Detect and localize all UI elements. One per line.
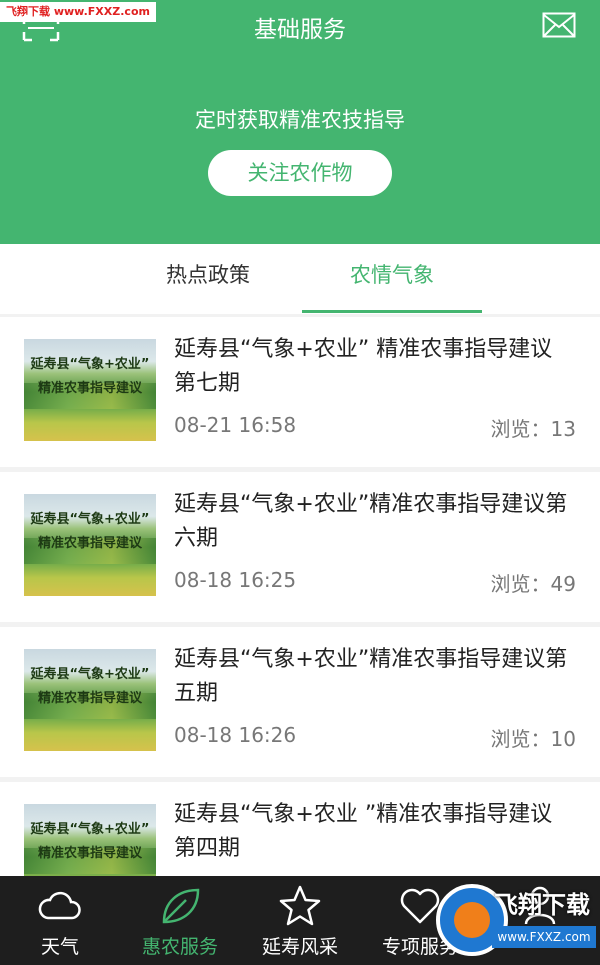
- article-date: 08-18 16:26: [174, 723, 297, 747]
- thumbnail-caption: 精准农事指导建议: [37, 536, 142, 551]
- views-count: 49: [550, 572, 576, 596]
- cloud-icon: [38, 891, 81, 920]
- nav-label: 延寿风采: [261, 936, 338, 958]
- article-views: 浏览：49: [491, 568, 576, 597]
- nav-label: 惠农服务: [141, 936, 218, 958]
- article-thumbnail: 延寿县“气象+农业” 精准农事指导建议: [24, 649, 156, 751]
- thumbnail-caption: 延寿县“气象+农业”: [30, 357, 150, 372]
- watermark-badge: 飞翔下载 www.FXXZ.com: [436, 878, 600, 962]
- list-item[interactable]: 延寿县“气象+农业” 精准农事指导建议 延寿县“气象+农业” 精准农事指导建议第…: [0, 317, 600, 467]
- nav-item-weather[interactable]: 天气: [0, 876, 120, 965]
- article-title: 延寿县“气象+农业 ”精准农事指导建议第四期: [174, 802, 553, 861]
- nav-item-agri-services[interactable]: 惠农服务: [120, 876, 240, 965]
- thumbnail-caption: 精准农事指导建议: [37, 381, 142, 396]
- article-views: 浏览：10: [491, 723, 576, 752]
- leaf-icon: [162, 888, 200, 924]
- thumbnail-caption: 精准农事指导建议: [37, 691, 142, 706]
- article-title: 延寿县“气象+农业” 精准农事指导建议第七期: [174, 337, 553, 396]
- active-tab-indicator: [302, 310, 482, 313]
- list-item[interactable]: 延寿县“气象+农业” 精准农事指导建议 延寿县“气象+农业”精准农事指导建议第五…: [0, 627, 600, 777]
- top-app-bar: 飞翔下载 www.FXXZ.com 基础服务: [0, 0, 600, 52]
- tab-bar: 热点政策 农情气象: [0, 244, 600, 314]
- views-label: 浏览：: [490, 572, 551, 596]
- watermark-text: 飞翔下载: [494, 891, 590, 919]
- views-count: 13: [550, 417, 576, 441]
- banner-text: 定时获取精准农技指导: [195, 108, 405, 132]
- article-date: 08-18 16:25: [174, 568, 297, 592]
- thumbnail-caption: 延寿县“气象+农业”: [30, 822, 150, 837]
- views-count: 10: [550, 727, 576, 751]
- mail-icon[interactable]: [542, 12, 576, 38]
- follow-crops-button[interactable]: 关注农作物: [208, 150, 392, 196]
- article-thumbnail: 延寿县“气象+农业” 精准农事指导建议: [24, 494, 156, 596]
- article-title: 延寿县“气象+农业”精准农事指导建议第六期: [174, 492, 568, 551]
- watermark-url: www.FXXZ.com: [492, 926, 596, 948]
- watermark-logo-mark: [454, 902, 490, 938]
- thumbnail-caption: 延寿县“气象+农业”: [30, 512, 150, 527]
- article-thumbnail: 延寿县“气象+农业” 精准农事指导建议: [24, 339, 156, 441]
- thumbnail-caption: 精准农事指导建议: [37, 846, 142, 861]
- page-title: 基础服务: [254, 17, 346, 43]
- tab-hot-policy[interactable]: 热点政策: [118, 244, 298, 314]
- article-date: 08-21 16:58: [174, 413, 297, 437]
- views-label: 浏览：: [490, 727, 551, 751]
- views-label: 浏览：: [490, 417, 551, 441]
- nav-item-yanshou-style[interactable]: 延寿风采: [240, 876, 360, 965]
- list-item[interactable]: 延寿县“气象+农业” 精准农事指导建议 延寿县“气象+农业”精准农事指导建议第六…: [0, 472, 600, 622]
- article-title: 延寿县“气象+农业”精准农事指导建议第五期: [174, 647, 568, 706]
- star-icon: [279, 885, 321, 926]
- tab-agri-weather[interactable]: 农情气象: [302, 244, 482, 314]
- article-views: 浏览：13: [491, 413, 576, 442]
- nav-label: 天气: [40, 936, 79, 958]
- thumbnail-caption: 延寿县“气象+农业”: [30, 667, 150, 682]
- promo-banner: 定时获取精准农技指导 关注农作物: [0, 52, 600, 244]
